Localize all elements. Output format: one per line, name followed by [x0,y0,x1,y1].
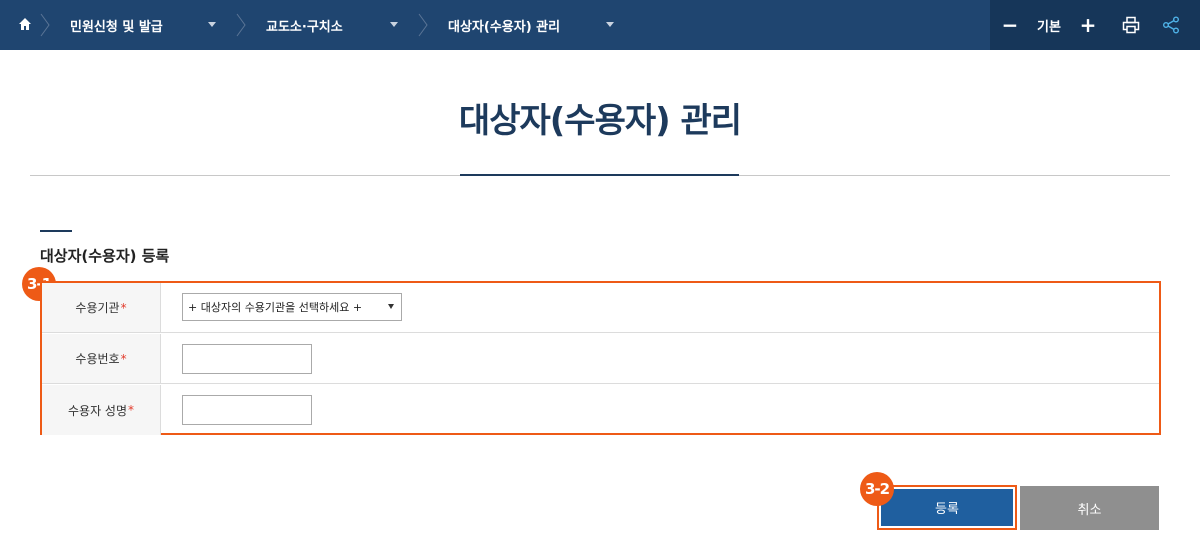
title-accent-bar [460,174,739,176]
inmate-name-label-text: 수용자 성명 [67,403,127,418]
breadcrumb-separator-icon [40,13,50,37]
breadcrumb-separator-icon [418,13,428,37]
form-row-inmate-number: 수용번호 * [42,334,1159,384]
facility-select-value: + 대상자의 수용기관을 선택하세요 + [188,301,363,314]
required-mark: * [120,300,127,315]
inmate-name-label: 수용자 성명 * [42,385,161,435]
inmate-number-label-text: 수용번호 [75,352,120,366]
home-icon[interactable] [18,17,32,31]
print-icon [1122,16,1140,34]
zoom-reset-button[interactable]: 기본 [1034,0,1064,50]
form-row-inmate-name: 수용자 성명 * [42,385,1159,435]
inmate-number-input[interactable] [182,344,312,374]
facility-label: 수용기관 * [42,283,161,332]
page-title: 대상자(수용자) 관리 [458,101,742,141]
chevron-down-icon[interactable] [390,22,398,27]
chevron-down-icon[interactable] [606,22,614,27]
inmate-registration-form: 수용기관 * + 대상자의 수용기관을 선택하세요 + 수용번호 * 수용자 성명 * [40,281,1161,435]
register-button[interactable]: 등록 [881,489,1013,526]
chevron-down-icon[interactable] [208,22,216,27]
breadcrumb-item-civil-service[interactable]: 민원신청 및 발급 [70,16,163,35]
required-mark: * [120,351,127,366]
inmate-name-input[interactable] [182,395,312,425]
dropdown-arrow-icon [388,304,394,309]
cancel-button[interactable]: 취소 [1020,486,1159,530]
inmate-number-label: 수용번호 * [42,334,161,383]
page-tools: − 기본 + [990,0,1200,50]
form-row-facility: 수용기관 * + 대상자의 수용기관을 선택하세요 + [42,283,1159,333]
zoom-out-button[interactable]: − [1000,0,1020,50]
breadcrumb-item-inmate-management[interactable]: 대상자(수용자) 관리 [448,16,560,35]
required-mark: * [128,403,134,417]
top-navigation-bar: 민원신청 및 발급 교도소·구치소 대상자(수용자) 관리 − 기본 + [0,0,1200,50]
facility-select[interactable]: + 대상자의 수용기관을 선택하세요 + [182,293,402,321]
share-button[interactable] [1160,0,1182,50]
section-title: 대상자(수용자) 등록 [40,247,170,265]
print-button[interactable] [1120,0,1142,50]
breadcrumb-item-prison[interactable]: 교도소·구치소 [266,16,343,35]
facility-label-text: 수용기관 [75,301,120,315]
register-button-highlight: 등록 [877,485,1017,530]
share-icon [1163,16,1179,34]
step-badge-3-2: 3-2 [860,472,894,506]
breadcrumb-separator-icon [236,13,246,37]
section-marker [40,230,72,232]
zoom-in-button[interactable]: + [1078,0,1098,50]
